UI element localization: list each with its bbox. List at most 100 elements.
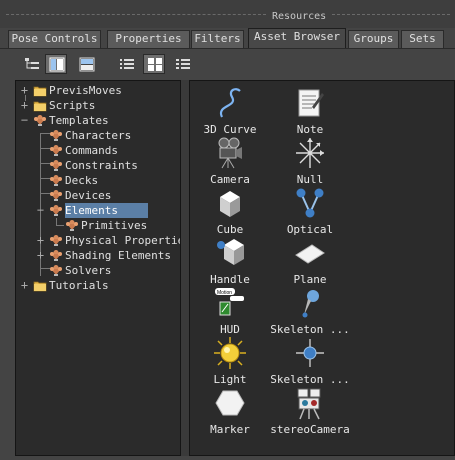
template-folder-icon [49, 129, 63, 142]
split-vertical-button[interactable] [45, 54, 67, 74]
tree-item-constraints[interactable]: Constraints [16, 158, 180, 173]
folder-icon [33, 84, 47, 97]
tree-item-label: Constraints [65, 159, 138, 172]
plane-icon [292, 235, 328, 271]
asset-tree[interactable]: + PrevisMoves + Scripts − Templates Characters… [15, 80, 181, 456]
tree-item-primitives[interactable]: Primitives [16, 218, 180, 233]
title-grip-left [6, 14, 266, 15]
asset-item-note[interactable]: Note [270, 85, 350, 136]
tree-item-shading-elements[interactable]: + Shading Elements [16, 248, 180, 263]
expand-icon[interactable]: + [19, 278, 30, 293]
template-folder-icon [49, 264, 63, 277]
collapse-icon[interactable]: − [19, 113, 30, 128]
asset-item-null[interactable]: Null [270, 135, 350, 186]
tree-item-prevismoves[interactable]: + PrevisMoves [16, 83, 180, 98]
tab-sets[interactable]: Sets [401, 30, 444, 48]
tree-item-characters[interactable]: Characters [16, 128, 180, 143]
light-icon [212, 335, 248, 371]
template-folder-icon [49, 234, 63, 247]
tree-item-tutorials[interactable]: + Tutorials [16, 278, 180, 293]
tree-item-label: Commands [65, 144, 118, 157]
tree-item-templates[interactable]: − Templates [16, 113, 180, 128]
tree-item-label: Elements [65, 203, 148, 218]
list-view-icon [120, 59, 134, 69]
asset-label: Marker [210, 423, 250, 436]
folder-icon [33, 279, 47, 292]
tree-item-scripts[interactable]: + Scripts [16, 98, 180, 113]
split-horizontal-icon [79, 57, 95, 72]
tree-item-solvers[interactable]: Solvers [16, 263, 180, 278]
asset-item-skeleton-node[interactable]: Skeleton ... [270, 335, 350, 386]
detail-view-button[interactable] [171, 54, 193, 74]
marker-icon [212, 385, 248, 421]
tree-item-label: Primitives [81, 219, 148, 232]
tab-bar: Pose Controls Properties Filters Asset B… [8, 28, 453, 48]
handle-icon [212, 235, 248, 271]
detail-view-icon [176, 59, 190, 69]
tree-item-elements[interactable]: − Elements [16, 203, 180, 218]
asset-item-light[interactable]: Light [190, 335, 270, 386]
tab-asset-browser[interactable]: Asset Browser [248, 28, 346, 48]
panel-title-bar: Resources [0, 0, 455, 28]
expand-icon[interactable]: + [19, 98, 30, 113]
grid-view-icon [148, 58, 162, 71]
tree-item-label: Characters [65, 129, 132, 142]
asset-item-marker[interactable]: Marker [190, 385, 270, 436]
expand-icon[interactable]: + [35, 248, 46, 263]
template-folder-icon [49, 174, 63, 187]
asset-item-camera[interactable]: Camera [190, 135, 270, 186]
curve-icon [212, 85, 248, 121]
asset-item-handle[interactable]: Handle [190, 235, 270, 286]
template-folder-icon [49, 159, 63, 172]
split-horizontal-button[interactable] [75, 54, 97, 74]
tab-filters[interactable]: Filters [191, 30, 244, 48]
template-folder-icon [49, 204, 63, 217]
tree-item-physical-properties[interactable]: + Physical Properties [16, 233, 180, 248]
view-toolbar [0, 49, 455, 79]
skeleton-node-icon [292, 335, 328, 371]
folder-icon [33, 99, 47, 112]
null-icon [292, 135, 328, 171]
asset-item-stereo-camera[interactable]: stereoCamera [270, 385, 350, 436]
title-grip-right [332, 14, 450, 15]
hud-icon: Motion [212, 285, 248, 321]
tab-groups[interactable]: Groups [348, 30, 399, 48]
camera-icon [212, 135, 248, 171]
splitter[interactable] [181, 80, 189, 456]
stereo-camera-icon [292, 385, 328, 421]
tree-item-label: Shading Elements [65, 249, 171, 262]
asset-label: stereoCamera [270, 423, 350, 436]
tree-item-label: PrevisMoves [49, 84, 122, 97]
tree-item-label: Decks [65, 174, 99, 187]
tab-pose-controls[interactable]: Pose Controls [8, 30, 101, 48]
asset-grid: 3D Curve Note Camera Null Cube Optical Handle P… [189, 80, 455, 456]
tree-item-label: Solvers [65, 264, 112, 277]
asset-item-hud[interactable]: Motion HUD [190, 285, 270, 336]
asset-item-plane[interactable]: Plane [270, 235, 350, 286]
tree-item-commands[interactable]: Commands [16, 143, 180, 158]
tree-item-label: Physical Properties [65, 234, 181, 247]
expand-icon[interactable]: + [19, 83, 30, 98]
expand-icon[interactable]: + [35, 233, 46, 248]
tab-properties[interactable]: Properties [107, 30, 190, 48]
tree-view-icon [25, 58, 39, 69]
asset-item-skeleton[interactable]: Skeleton ... [270, 285, 350, 336]
template-folder-icon [65, 219, 79, 232]
skeleton-icon [292, 285, 328, 321]
template-folder-icon [49, 144, 63, 157]
tree-item-label: Templates [49, 114, 109, 127]
template-folder-icon [33, 114, 47, 127]
list-view-button[interactable] [115, 54, 137, 74]
collapse-icon[interactable]: − [35, 203, 46, 218]
tree-item-decks[interactable]: Decks [16, 173, 180, 188]
grid-view-button[interactable] [143, 54, 165, 74]
cube-icon [212, 185, 248, 221]
asset-item-optical[interactable]: Optical [270, 185, 350, 236]
svg-text:Motion: Motion [217, 290, 232, 296]
tree-view-button[interactable] [20, 54, 42, 74]
panel-title: Resources [272, 11, 327, 22]
asset-item-curve[interactable]: 3D Curve [190, 85, 270, 136]
split-vertical-icon [49, 57, 65, 72]
asset-item-cube[interactable]: Cube [190, 185, 270, 236]
tree-item-devices[interactable]: Devices [16, 188, 180, 203]
